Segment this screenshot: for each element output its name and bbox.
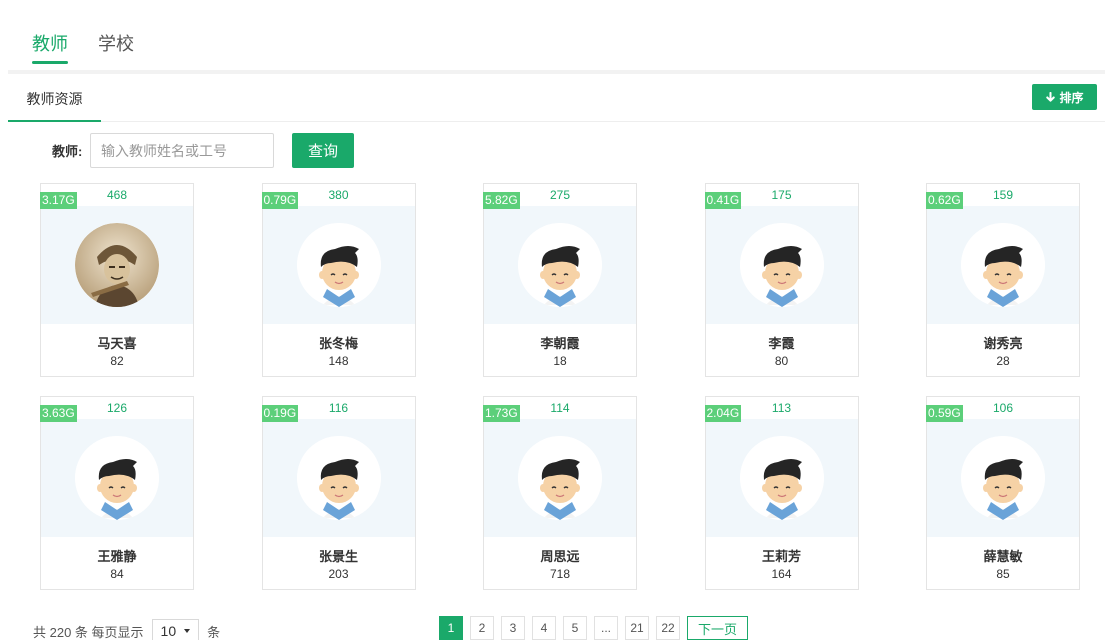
tab-school[interactable]: 学校 <box>98 30 134 64</box>
page-button[interactable]: 1 <box>439 616 463 640</box>
avatar <box>75 436 159 520</box>
divider <box>8 70 1105 74</box>
storage-size-badge: 5.82G <box>483 192 520 209</box>
page-button[interactable]: 3 <box>501 616 525 640</box>
storage-size-badge: 3.17G <box>40 192 77 209</box>
avatar-area <box>262 419 415 537</box>
pagination-ellipsis: ... <box>594 616 618 640</box>
teacher-number: 84 <box>110 567 124 581</box>
page-button[interactable]: 22 <box>656 616 680 640</box>
sort-label: 排序 <box>1059 90 1084 105</box>
cartoon-avatar-icon <box>961 436 1045 520</box>
teacher-card[interactable]: 0.19G 116 张景生 203 <box>261 396 416 590</box>
teacher-number: 203 <box>328 567 349 581</box>
avatar <box>961 223 1045 307</box>
avatar <box>961 436 1045 520</box>
teacher-name: 马天喜 <box>97 336 137 351</box>
main-tabs: 教师 学校 <box>32 30 134 64</box>
avatar-area <box>262 206 415 324</box>
tab-teacher-resources[interactable]: 教师资源 <box>8 88 101 122</box>
page-button[interactable]: 2 <box>470 616 494 640</box>
total-text: 共 220 条 每页显示 <box>33 624 144 640</box>
avatar-area <box>484 419 636 537</box>
avatar-area <box>41 206 193 324</box>
arrow-down-icon <box>1046 91 1056 102</box>
avatar-area <box>927 419 1079 537</box>
teacher-card[interactable]: 0.41G 175 李霞 80 <box>704 183 859 377</box>
teacher-card[interactable]: 2.04G 113 王莉芳 164 <box>704 396 859 590</box>
avatar-area <box>705 206 858 324</box>
avatar <box>739 223 824 307</box>
photo-avatar-icon <box>75 223 159 307</box>
avatar <box>296 223 381 307</box>
teacher-card[interactable]: 0.79G 380 张冬梅 148 <box>261 183 416 377</box>
teacher-grid: 3.17G 468 马天喜 82 0.79G 380 张冬梅 148 5.82G… <box>40 183 1080 590</box>
teacher-name: 周思远 <box>540 549 580 564</box>
avatar <box>75 223 159 307</box>
storage-size-badge: 0.41G <box>704 192 742 209</box>
sort-button[interactable]: 排序 <box>1032 84 1097 110</box>
avatar-area <box>484 206 636 324</box>
page-button[interactable]: 5 <box>563 616 587 640</box>
storage-size-badge: 1.73G <box>483 405 520 422</box>
page-button[interactable]: 4 <box>532 616 556 640</box>
items-suffix: 条 <box>207 624 221 640</box>
storage-size-badge: 0.59G <box>926 405 963 422</box>
cartoon-avatar-icon <box>518 436 602 520</box>
storage-size-badge: 0.79G <box>261 192 299 209</box>
avatar <box>518 223 602 307</box>
teacher-number: 85 <box>996 567 1010 581</box>
teacher-number: 82 <box>110 354 124 368</box>
avatar-area <box>705 419 858 537</box>
storage-size-badge: 0.19G <box>261 405 299 422</box>
teacher-number: 164 <box>771 567 792 581</box>
cartoon-avatar-icon <box>296 436 381 520</box>
teacher-card[interactable]: 1.73G 114 周思远 718 <box>483 396 637 590</box>
cartoon-avatar-icon <box>75 436 159 520</box>
teacher-card[interactable]: 0.59G 106 薛慧敏 85 <box>926 396 1080 590</box>
teacher-number: 718 <box>549 567 571 581</box>
teacher-name: 薛慧敏 <box>983 549 1023 564</box>
cartoon-avatar-icon <box>518 223 602 307</box>
teacher-number: 80 <box>774 354 789 368</box>
teacher-number: 28 <box>996 354 1010 368</box>
teacher-name: 李朝霞 <box>540 336 580 351</box>
search-button[interactable]: 查询 <box>292 133 354 168</box>
cartoon-avatar-icon <box>961 223 1045 307</box>
avatar <box>739 436 824 520</box>
search-label: 教师: <box>52 144 83 159</box>
teacher-name: 王莉芳 <box>761 549 801 564</box>
teacher-name: 王雅静 <box>97 549 137 564</box>
sub-header: 教师资源 排序 <box>8 80 1105 122</box>
teacher-name: 谢秀亮 <box>983 336 1023 351</box>
tab-teacher[interactable]: 教师 <box>32 30 68 64</box>
storage-size-badge: 2.04G <box>704 405 742 422</box>
teacher-card[interactable]: 5.82G 275 李朝霞 18 <box>483 183 637 377</box>
avatar-area <box>927 206 1079 324</box>
cartoon-avatar-icon <box>739 436 824 520</box>
storage-size-badge: 3.63G <box>40 405 77 422</box>
teacher-card[interactable]: 0.62G 159 谢秀亮 28 <box>926 183 1080 377</box>
teacher-card[interactable]: 3.63G 126 王雅静 84 <box>40 396 194 590</box>
cartoon-avatar-icon <box>739 223 824 307</box>
teacher-card[interactable]: 3.17G 468 马天喜 82 <box>40 183 194 377</box>
teacher-name: 张冬梅 <box>318 336 358 351</box>
page-size-value: 10 <box>160 623 177 639</box>
page-button[interactable]: 21 <box>625 616 649 640</box>
teacher-name: 张景生 <box>318 549 358 564</box>
page-size-select[interactable]: 10 <box>151 619 200 640</box>
avatar <box>518 436 602 520</box>
teacher-number: 148 <box>328 354 349 368</box>
search-input[interactable] <box>90 133 274 168</box>
pagination: 1 2 3 4 5... 21 22 下一页 <box>439 616 749 640</box>
caret-down-icon <box>184 629 191 633</box>
cartoon-avatar-icon <box>296 223 381 307</box>
avatar-area <box>41 419 193 537</box>
teacher-name: 李霞 <box>768 336 795 351</box>
next-page-button[interactable]: 下一页 <box>687 616 749 640</box>
storage-size-badge: 0.62G <box>926 192 963 209</box>
teacher-number: 18 <box>553 354 567 368</box>
pagination-info: 共 220 条 每页显示 10 条 <box>33 619 220 640</box>
avatar <box>296 436 381 520</box>
